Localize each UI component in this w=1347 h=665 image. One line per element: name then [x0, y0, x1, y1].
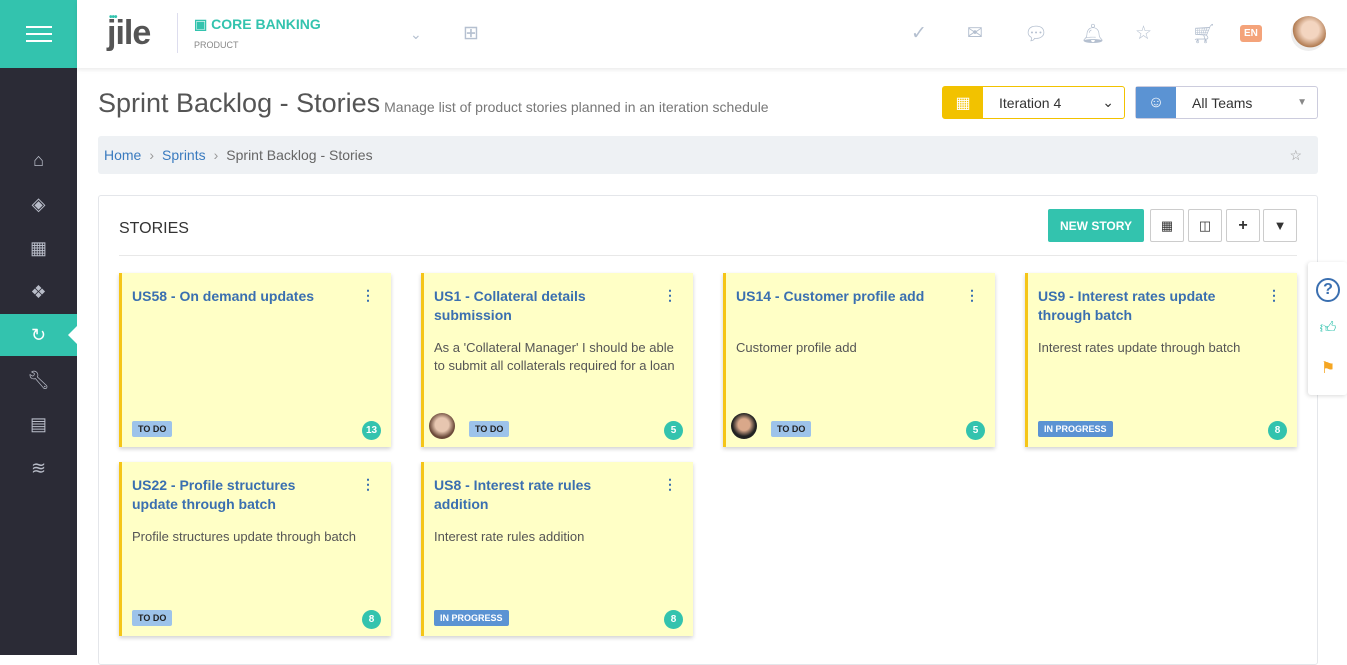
new-story-button[interactable]: NEW STORY: [1048, 209, 1144, 242]
language-badge[interactable]: EN: [1240, 25, 1262, 42]
floating-help-panel: ? 👍︎ ⚑: [1308, 262, 1347, 395]
story-title[interactable]: US8 - Interest rate rules addition: [434, 476, 634, 514]
divider: [177, 13, 178, 53]
more-vertical-icon[interactable]: ⋮: [361, 476, 375, 493]
story-title[interactable]: US9 - Interest rates update through batc…: [1038, 287, 1238, 325]
menu-toggle-button[interactable]: [0, 0, 77, 68]
team-select[interactable]: ☺ All Teams ▼: [1135, 86, 1318, 119]
signpost-icon[interactable]: ⚑: [1316, 357, 1340, 381]
home-icon[interactable]: ⌂: [0, 139, 77, 181]
calendar-icon: ▦: [943, 87, 983, 118]
box-icon[interactable]: ❖: [0, 271, 77, 313]
story-description: Interest rates update through batch: [1038, 340, 1241, 355]
story-description: Profile structures update through batch: [132, 529, 357, 544]
more-vertical-icon[interactable]: ⋮: [663, 287, 677, 304]
story-points: 5: [966, 421, 985, 440]
assignee-avatar[interactable]: [731, 413, 757, 439]
bell-icon[interactable]: 🔔︎: [1081, 22, 1105, 46]
more-vertical-icon[interactable]: ⋮: [965, 287, 979, 304]
story-points: 8: [1268, 421, 1287, 440]
story-card[interactable]: US58 - On demand updates ⋮ TO DO 13: [119, 273, 391, 447]
more-vertical-icon[interactable]: ⋮: [663, 476, 677, 493]
status-badge: IN PROGRESS: [1038, 421, 1113, 437]
jile-logo[interactable]: ••• jile: [107, 12, 151, 53]
status-badge: TO DO: [771, 421, 812, 437]
grid-view-button[interactable]: ▦: [1150, 209, 1184, 242]
breadcrumb: Home › Sprints › Sprint Backlog - Stories …: [98, 136, 1318, 174]
cart-icon[interactable]: 🛒︎: [1192, 22, 1216, 46]
divider: [119, 255, 1297, 256]
top-header: ••• jile ▣ CORE BANKING PRODUCT ⌄ ⊞ ✓ ✉ 💬…: [77, 0, 1347, 68]
story-card[interactable]: US22 - Profile structures update through…: [119, 462, 391, 636]
story-title[interactable]: US1 - Collateral details submission: [434, 287, 634, 325]
story-card[interactable]: US14 - Customer profile add ⋮ Customer pr…: [723, 273, 995, 447]
status-badge: TO DO: [132, 610, 173, 626]
story-points: 8: [362, 610, 381, 629]
status-badge: IN PROGRESS: [434, 610, 509, 626]
chevron-down-icon[interactable]: ⌄: [410, 26, 422, 43]
more-vertical-icon[interactable]: ⋮: [1267, 287, 1281, 304]
hamburger-icon: [25, 21, 52, 47]
check-circle-icon[interactable]: ✓: [911, 22, 927, 45]
user-avatar[interactable]: [1291, 16, 1326, 51]
page-subtitle: Manage list of product stories planned i…: [384, 99, 769, 115]
story-points: 5: [664, 421, 683, 440]
chevron-down-icon: ⌄: [1102, 94, 1114, 110]
star-icon[interactable]: ☆: [1135, 22, 1152, 45]
favorite-star-icon[interactable]: ☆: [1289, 147, 1302, 164]
stack-icon[interactable]: ≋: [0, 447, 77, 489]
product-label: PRODUCT: [194, 40, 239, 50]
assignee-avatar[interactable]: [429, 413, 455, 439]
panel-title: STORIES: [119, 220, 189, 237]
page-title: Sprint Backlog - Stories Manage list of p…: [98, 88, 769, 118]
story-points: 13: [362, 421, 381, 440]
story-description: Customer profile add: [736, 340, 857, 355]
story-description: Interest rate rules addition: [434, 529, 585, 544]
breadcrumb-home[interactable]: Home: [104, 147, 141, 163]
caret-down-icon: ▼: [1297, 97, 1307, 108]
more-vertical-icon[interactable]: ⋮: [361, 287, 375, 304]
chat-icon[interactable]: 💬︎: [1024, 22, 1048, 46]
status-badge: TO DO: [469, 421, 510, 437]
story-card[interactable]: US9 - Interest rates update through batc…: [1025, 273, 1297, 447]
status-badge: TO DO: [132, 421, 173, 437]
mail-icon[interactable]: ✉: [967, 22, 983, 45]
thumbs-up-icon[interactable]: 👍︎: [1316, 317, 1340, 341]
wrench-icon[interactable]: 🔧︎: [0, 359, 77, 401]
story-card[interactable]: US8 - Interest rate rules addition ⋮ Inte…: [421, 462, 693, 636]
story-title[interactable]: US58 - On demand updates: [132, 287, 332, 306]
sidebar: ⌂ ◈ ▦ ❖ ↻ 🔧︎ ▤ ≋: [0, 0, 77, 655]
document-icon[interactable]: ▤: [0, 403, 77, 445]
add-button[interactable]: +: [1226, 209, 1260, 242]
hierarchy-icon[interactable]: ⊞: [463, 22, 479, 45]
breadcrumb-sprints[interactable]: Sprints: [162, 147, 206, 163]
help-icon[interactable]: ?: [1316, 278, 1340, 302]
iteration-select[interactable]: ▦ Iteration 4 ⌄: [942, 86, 1125, 119]
story-card[interactable]: US1 - Collateral details submission ⋮ As …: [421, 273, 693, 447]
filter-button[interactable]: ▼: [1263, 209, 1297, 242]
layers-icon[interactable]: ◈: [0, 183, 77, 225]
story-description: As a 'Collateral Manager' I should be ab…: [434, 340, 675, 373]
calendar-icon[interactable]: ▦: [0, 227, 77, 269]
story-title[interactable]: US22 - Profile structures update through…: [132, 476, 332, 514]
product-name[interactable]: ▣ CORE BANKING: [194, 16, 321, 33]
sprint-cycle-icon[interactable]: ↻: [0, 314, 77, 356]
breadcrumb-current: Sprint Backlog - Stories: [226, 147, 373, 163]
story-points: 8: [664, 610, 683, 629]
columns-view-button[interactable]: ◫: [1188, 209, 1222, 242]
story-title[interactable]: US14 - Customer profile add: [736, 287, 936, 306]
team-icon: ☺: [1136, 87, 1176, 118]
